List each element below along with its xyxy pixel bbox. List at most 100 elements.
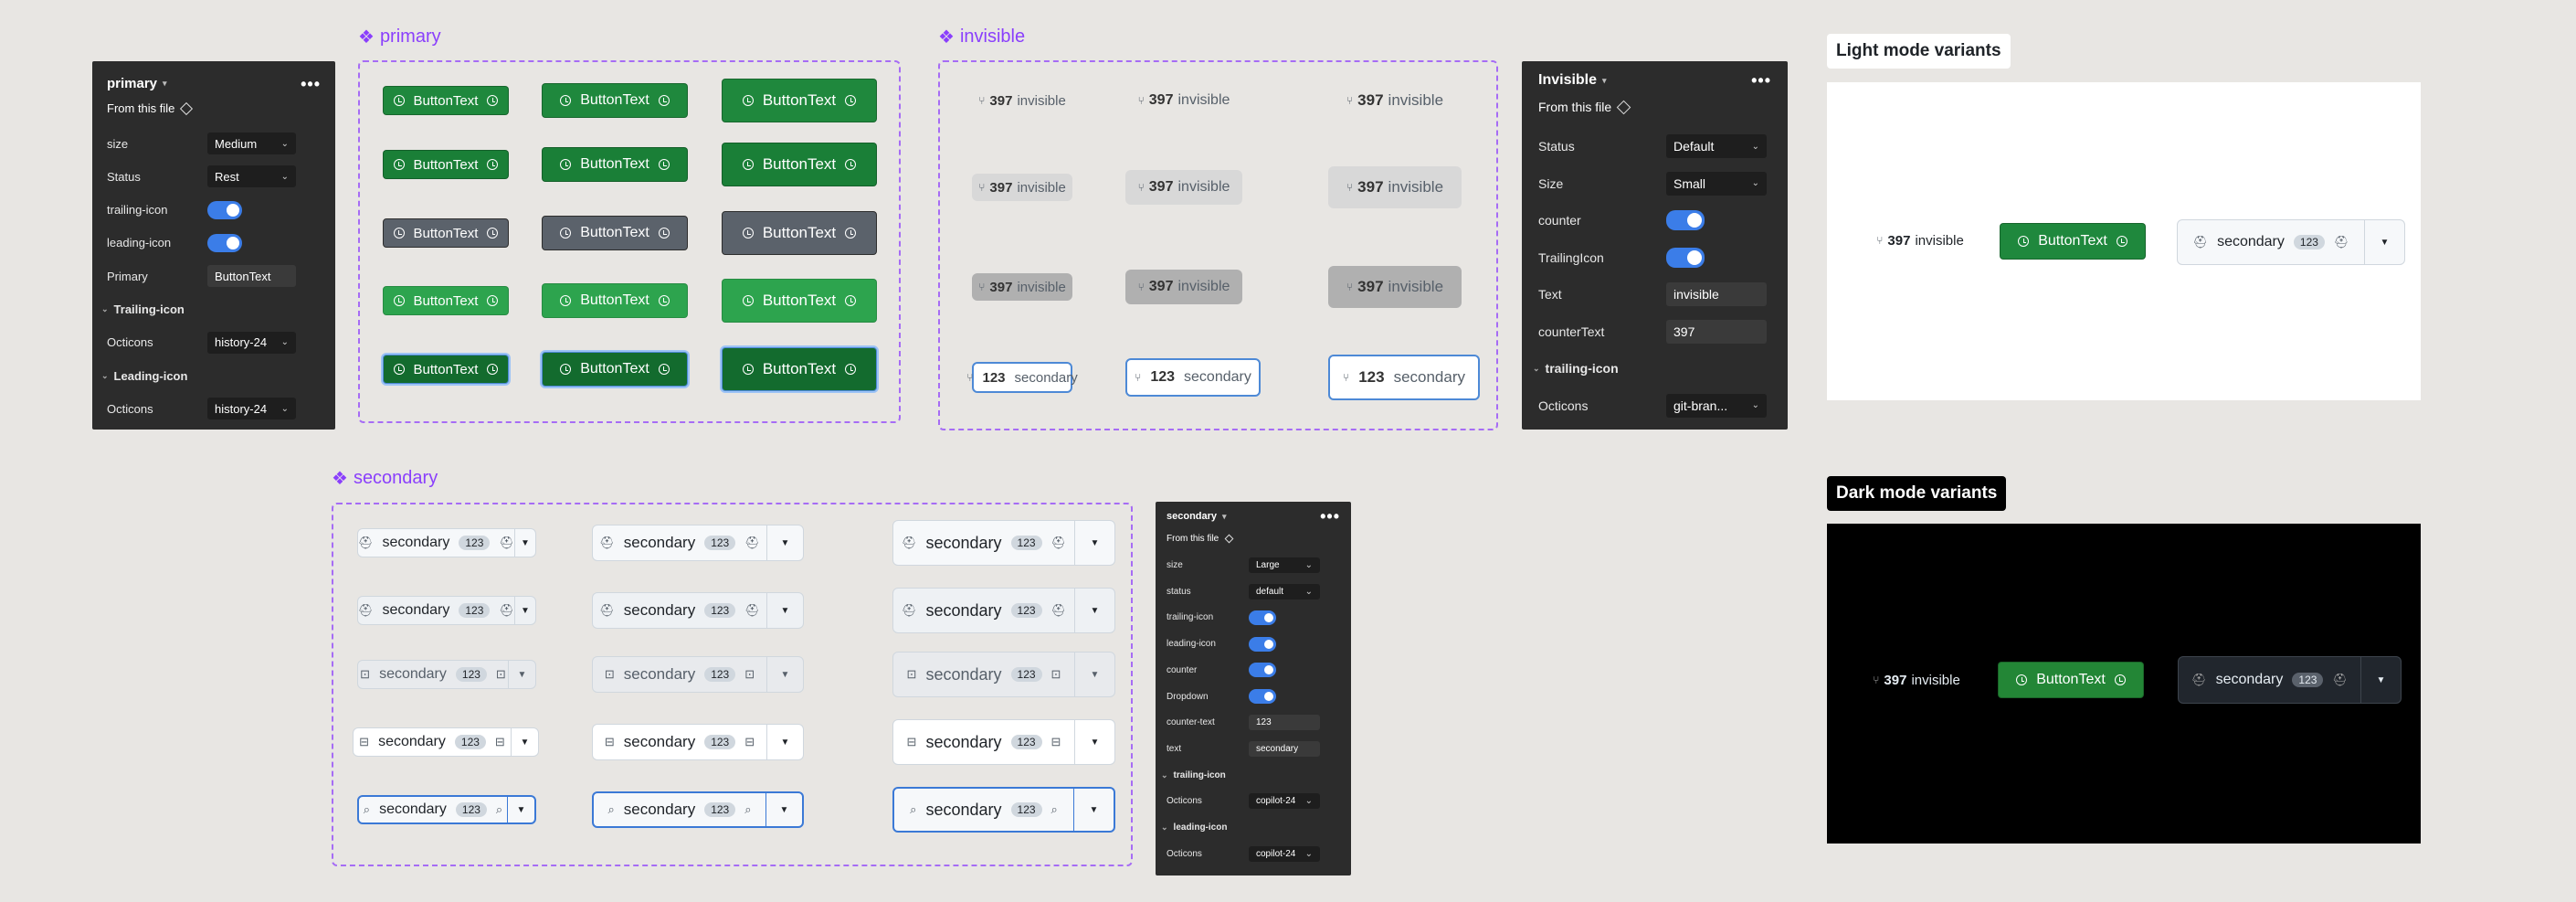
secondary-button[interactable]: ⌕ secondary 123 ⌕ ▼ bbox=[592, 791, 804, 828]
secondary-main[interactable]: ⛑ secondary 123 ⛑ bbox=[893, 589, 1074, 632]
select-octicons[interactable]: copilot-24 ⌄ bbox=[1249, 845, 1320, 862]
secondary-button[interactable]: ⊡ secondary 123 ⊡ ▼ bbox=[357, 660, 536, 689]
chevron-down-icon[interactable]: ▼ bbox=[1074, 589, 1114, 632]
chevron-down-icon[interactable]: ▼ bbox=[2360, 657, 2401, 703]
primary-button[interactable]: ButtonText bbox=[722, 143, 877, 186]
secondary-button[interactable]: ⊟ secondary 123 ⊟ ▼ bbox=[592, 724, 804, 760]
chevron-down-icon[interactable]: ▼ bbox=[766, 657, 803, 692]
invisible-button[interactable]: ⑂ 397 invisible bbox=[1125, 83, 1242, 118]
secondary-main[interactable]: ⊡ secondary 123 ⊡ bbox=[358, 661, 508, 688]
primary-button[interactable]: ButtonText bbox=[722, 211, 877, 255]
secondary-button[interactable]: ⛑ secondary 123 ⛑ ▼ bbox=[357, 596, 536, 625]
chevron-down-icon[interactable]: ▼ bbox=[1074, 653, 1114, 696]
toggle-switch[interactable] bbox=[1249, 610, 1276, 625]
field-countertext[interactable]: 397 bbox=[1666, 319, 1767, 344]
select-octicons[interactable]: copilot-24 ⌄ bbox=[1249, 793, 1320, 810]
section-trailing-icon[interactable]: ⌄ Trailing-icon bbox=[101, 299, 185, 321]
toggle-switch[interactable] bbox=[1249, 689, 1276, 704]
primary-button[interactable]: ButtonText bbox=[722, 279, 877, 323]
field-counter-text[interactable]: 123 bbox=[1249, 715, 1320, 731]
chevron-down-icon[interactable]: ▼ bbox=[766, 725, 803, 759]
secondary-button[interactable]: ⌕ secondary 123 ⌕ ▼ bbox=[357, 795, 536, 824]
secondary-main[interactable]: ⊟ secondary 123 ⊟ bbox=[593, 725, 766, 759]
secondary-button[interactable]: ⊟ secondary 123 ⊟ ▼ bbox=[892, 719, 1115, 765]
secondary-button[interactable]: ⊟ secondary 123 ⊟ ▼ bbox=[353, 727, 539, 757]
more-options-icon[interactable]: ••• bbox=[1751, 72, 1771, 89]
invisible-button[interactable]: ⑂ 397 invisible bbox=[972, 273, 1072, 301]
secondary-main[interactable]: ⌕ secondary 123 ⌕ bbox=[359, 797, 507, 822]
secondary-main[interactable]: ⊡ secondary 123 ⊡ bbox=[893, 653, 1074, 696]
toggle-switch[interactable] bbox=[1249, 636, 1276, 652]
field-text[interactable]: secondary bbox=[1249, 740, 1320, 757]
chevron-down-icon[interactable]: ▼ bbox=[513, 597, 535, 624]
primary-button[interactable]: ButtonText bbox=[383, 355, 509, 384]
primary-button[interactable]: ButtonText bbox=[383, 150, 509, 179]
toggle-switch[interactable] bbox=[1666, 210, 1705, 230]
secondary-button[interactable]: ⌕ secondary 123 ⌕ ▼ bbox=[892, 787, 1115, 833]
select-status[interactable]: Default ⌄ bbox=[1666, 134, 1767, 158]
panel-title[interactable]: primary bbox=[107, 76, 157, 91]
primary-button[interactable]: ButtonText bbox=[383, 218, 509, 248]
invisible-focus-button[interactable]: ⑂ 123 secondary bbox=[1125, 358, 1261, 397]
chevron-down-icon[interactable]: ▼ bbox=[511, 728, 538, 756]
select-size[interactable]: Small ⌄ bbox=[1666, 171, 1767, 196]
primary-button[interactable]: ButtonText bbox=[542, 283, 688, 318]
secondary-button[interactable]: ⛑ secondary 123 ⛑ ▼ bbox=[592, 525, 804, 561]
dark-secondary-button[interactable]: ⛑ secondary 123 ⛑ ▼ bbox=[2178, 656, 2402, 704]
chevron-down-icon[interactable]: ▼ bbox=[1074, 521, 1114, 565]
select-octicons[interactable]: git-bran... ⌄ bbox=[1666, 393, 1767, 418]
chevron-down-icon[interactable]: ▼ bbox=[513, 529, 535, 557]
select-size[interactable]: Medium ⌄ bbox=[207, 133, 296, 154]
primary-button[interactable]: ButtonText bbox=[722, 347, 877, 391]
panel-header[interactable]: Invisible ▾ ••• bbox=[1538, 72, 1771, 89]
dark-primary-button[interactable]: ButtonText bbox=[1998, 662, 2144, 698]
invisible-button[interactable]: ⑂ 397 invisible bbox=[1328, 166, 1462, 208]
primary-button[interactable]: ButtonText bbox=[383, 286, 509, 315]
toggle-switch[interactable] bbox=[207, 233, 242, 252]
secondary-button[interactable]: ⛑ secondary 123 ⛑ ▼ bbox=[892, 520, 1115, 566]
primary-button[interactable]: ButtonText bbox=[542, 352, 688, 387]
secondary-main[interactable]: ⛑ secondary 123 ⛑ bbox=[2178, 220, 2364, 264]
section-trailing-icon[interactable]: ⌄ trailing-icon bbox=[1161, 768, 1226, 783]
primary-button[interactable]: ButtonText bbox=[542, 147, 688, 182]
from-this-file[interactable]: From this file bbox=[1538, 100, 1631, 114]
secondary-main[interactable]: ⛑ secondary 123 ⛑ bbox=[593, 593, 766, 628]
secondary-main[interactable]: ⊟ secondary 123 ⊟ bbox=[354, 728, 511, 756]
invisible-button[interactable]: ⑂ 397 invisible bbox=[1328, 266, 1462, 308]
secondary-main[interactable]: ⛑ secondary 123 ⛑ bbox=[358, 529, 514, 557]
toggle-switch[interactable] bbox=[1249, 663, 1276, 678]
panel-header[interactable]: primary ▾ ••• bbox=[107, 76, 321, 92]
toggle-switch[interactable] bbox=[1666, 247, 1705, 268]
chevron-down-icon[interactable]: ▼ bbox=[507, 797, 534, 822]
panel-title[interactable]: Invisible bbox=[1538, 72, 1597, 89]
chevron-down-icon[interactable]: ▼ bbox=[1074, 720, 1114, 764]
light-invisible-button[interactable]: ⑂ 397 invisible bbox=[1869, 224, 1971, 257]
light-secondary-button[interactable]: ⛑ secondary 123 ⛑ ▼ bbox=[2177, 219, 2405, 265]
panel-header[interactable]: secondary ▾ ••• bbox=[1167, 508, 1340, 525]
primary-button[interactable]: ButtonText bbox=[542, 83, 688, 118]
select-octicons[interactable]: history-24 ⌄ bbox=[207, 398, 296, 420]
secondary-main[interactable]: ⊡ secondary 123 ⊡ bbox=[593, 657, 766, 692]
select-octicons[interactable]: history-24 ⌄ bbox=[207, 331, 296, 354]
select-status[interactable]: default ⌄ bbox=[1249, 583, 1320, 600]
secondary-main[interactable]: ⛑ secondary 123 ⛑ bbox=[358, 597, 514, 624]
primary-button[interactable]: ButtonText bbox=[542, 216, 688, 250]
section-trailing-icon[interactable]: ⌄ trailing-icon bbox=[1533, 356, 1619, 380]
secondary-button[interactable]: ⊡ secondary 123 ⊡ ▼ bbox=[892, 652, 1115, 697]
secondary-main[interactable]: ⛑ secondary 123 ⛑ bbox=[593, 525, 766, 560]
secondary-main[interactable]: ⌕ secondary 123 ⌕ bbox=[594, 793, 765, 826]
chevron-down-icon[interactable]: ▼ bbox=[766, 525, 803, 560]
primary-button[interactable]: ButtonText bbox=[722, 79, 877, 122]
section-leading-icon[interactable]: ⌄ Leading-icon bbox=[101, 365, 187, 387]
secondary-button[interactable]: ⛑ secondary 123 ⛑ ▼ bbox=[592, 592, 804, 629]
chevron-down-icon[interactable]: ▼ bbox=[766, 593, 803, 628]
secondary-main[interactable]: ⛑ secondary 123 ⛑ bbox=[2179, 657, 2360, 703]
chevron-down-icon[interactable]: ▼ bbox=[508, 661, 535, 688]
panel-title[interactable]: secondary bbox=[1167, 511, 1217, 522]
invisible-button[interactable]: ⑂ 397 invisible bbox=[1125, 270, 1242, 304]
secondary-button[interactable]: ⛑ secondary 123 ⛑ ▼ bbox=[892, 588, 1115, 633]
light-primary-button[interactable]: ButtonText bbox=[2000, 223, 2146, 260]
chevron-down-icon[interactable]: ▼ bbox=[1073, 789, 1114, 831]
invisible-focus-button[interactable]: ⑂ 123 secondary bbox=[966, 362, 1078, 393]
invisible-button[interactable]: ⑂ 397 invisible bbox=[972, 87, 1072, 114]
